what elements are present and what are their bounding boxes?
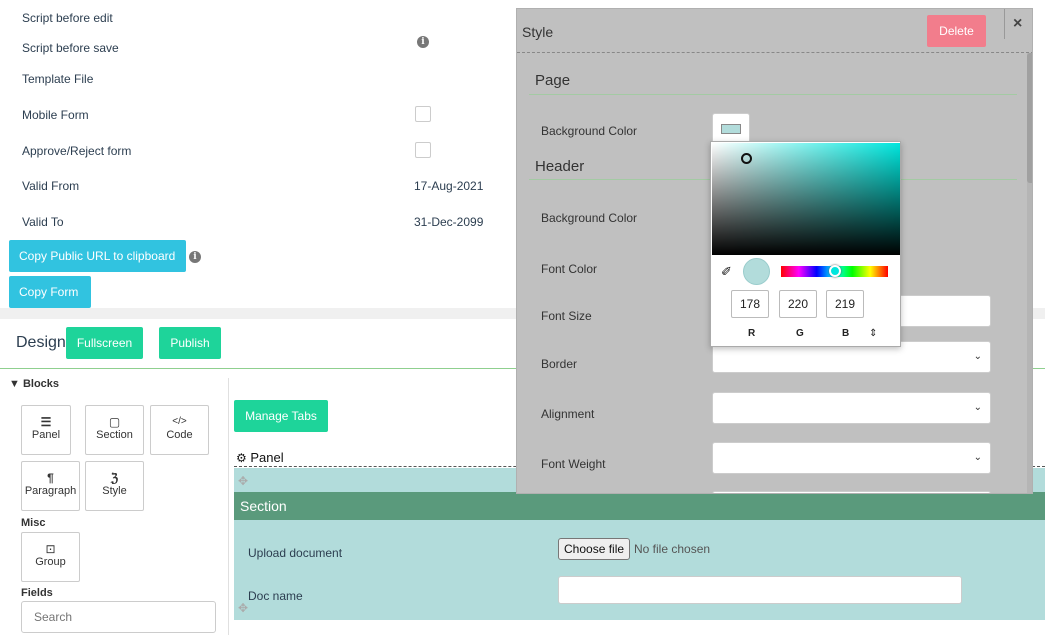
doc-name-label: Doc name	[248, 589, 303, 603]
modal-title: Style	[522, 24, 554, 40]
no-file-text: No file chosen	[634, 542, 711, 556]
panel-label: Panel	[250, 450, 284, 465]
block-style[interactable]: ℨ Style	[85, 461, 144, 511]
design-title: Design	[16, 334, 66, 351]
chevron-down-icon: ⌄	[973, 402, 982, 413]
style-select[interactable]	[712, 491, 991, 493]
delete-button[interactable]: Delete	[927, 15, 986, 47]
script-before-edit-label: Script before edit	[22, 11, 113, 25]
code-icon: </>	[172, 416, 187, 427]
paragraph-icon: ¶	[47, 471, 54, 485]
page-bg-color-label: Background Color	[541, 124, 638, 138]
section-title: Section	[240, 498, 287, 514]
fields-search-input[interactable]	[21, 601, 216, 633]
mode-toggle-icon[interactable]: ⇕	[869, 328, 877, 339]
move-icon[interactable]: ✥	[236, 601, 250, 615]
hue-slider[interactable]	[781, 265, 888, 277]
blocks-header[interactable]: ▼ Blocks	[9, 378, 59, 390]
manage-tabs-button[interactable]: Manage Tabs	[234, 400, 328, 432]
alignment-select[interactable]: ⌄	[712, 392, 991, 424]
list-icon: ☰	[40, 415, 52, 429]
font-size-label: Font Size	[541, 309, 592, 323]
square-icon: ▢	[108, 415, 121, 429]
choose-file-button[interactable]: Choose file	[558, 538, 631, 560]
block-label: Style	[102, 485, 127, 497]
group-icon: ⊡	[45, 542, 56, 556]
eyedropper-icon[interactable]: ✐	[721, 264, 732, 280]
green-label: G	[796, 328, 804, 339]
saturation-value-area[interactable]	[712, 143, 900, 255]
color-picker: ✐ 178 220 219 R G B ⇕	[710, 141, 901, 347]
block-code[interactable]: </> Code	[150, 405, 209, 455]
valid-to-label: Valid To	[22, 215, 64, 229]
block-label: Group	[35, 556, 66, 568]
section-body	[234, 520, 1045, 620]
chevron-down-icon: ⌄	[973, 452, 982, 463]
green-input[interactable]: 220	[779, 290, 817, 318]
red-label: R	[748, 328, 756, 339]
close-icon[interactable]: ×	[1013, 15, 1022, 33]
template-file-label: Template File	[22, 72, 94, 86]
block-label: Section	[96, 429, 133, 441]
fields-header: Fields	[21, 587, 53, 599]
publish-button[interactable]: Publish	[159, 327, 221, 359]
approve-reject-checkbox[interactable]	[415, 142, 431, 158]
misc-header: Misc	[21, 517, 46, 529]
block-label: Paragraph	[24, 485, 77, 497]
font-weight-select[interactable]: ⌄	[712, 442, 991, 474]
blue-label: B	[842, 328, 850, 339]
divider	[517, 52, 1032, 53]
divider	[1004, 9, 1005, 39]
chevron-down-icon: ⌄	[973, 351, 982, 362]
panel-header[interactable]: ⚙ Panel	[236, 450, 284, 465]
copy-public-url-button[interactable]: Copy Public URL to clipboard	[9, 240, 186, 272]
upload-document-label: Upload document	[248, 546, 343, 560]
gears-icon: ⚙	[236, 451, 247, 465]
header-bg-color-label: Background Color	[541, 211, 638, 225]
alignment-label: Alignment	[541, 407, 595, 421]
script-before-save-label: Script before save	[22, 41, 119, 55]
valid-from-label: Valid From	[22, 179, 80, 193]
divider	[529, 94, 1017, 95]
mobile-form-label: Mobile Form	[22, 108, 89, 122]
info-icon[interactable]: i	[417, 36, 429, 48]
blue-input[interactable]: 219	[826, 290, 864, 318]
red-input[interactable]: 178	[731, 290, 769, 318]
mobile-form-checkbox[interactable]	[415, 106, 431, 122]
scrollbar[interactable]	[1027, 53, 1032, 493]
divider	[228, 378, 229, 635]
block-group[interactable]: ⊡ Group	[21, 532, 80, 582]
block-label: Code	[166, 429, 193, 441]
css-icon: ℨ	[110, 471, 119, 485]
block-label: Panel	[31, 429, 61, 441]
valid-to-value[interactable]: 31-Dec-2099	[414, 215, 483, 229]
page-section-header: Page	[535, 72, 571, 89]
fullscreen-button[interactable]: Fullscreen	[66, 327, 143, 359]
hue-handle[interactable]	[829, 265, 841, 277]
section-header: Section	[234, 492, 1045, 520]
valid-from-value[interactable]: 17-Aug-2021	[414, 179, 483, 193]
block-paragraph[interactable]: ¶ Paragraph	[21, 461, 80, 511]
doc-name-input[interactable]	[558, 576, 962, 604]
move-icon[interactable]: ✥	[236, 474, 250, 488]
info-icon[interactable]: i	[189, 251, 201, 263]
color-preview-swatch	[743, 258, 770, 285]
font-weight-label: Font Weight	[541, 457, 606, 471]
copy-form-button[interactable]: Copy Form	[9, 276, 91, 308]
border-label: Border	[541, 357, 578, 371]
approve-reject-form-label: Approve/Reject form	[22, 144, 132, 158]
color-cursor[interactable]	[741, 153, 752, 164]
block-section[interactable]: ▢ Section	[85, 405, 144, 455]
header-section-header: Header	[535, 158, 585, 175]
font-color-label: Font Color	[541, 262, 598, 276]
block-panel[interactable]: ☰ Panel	[21, 405, 71, 455]
